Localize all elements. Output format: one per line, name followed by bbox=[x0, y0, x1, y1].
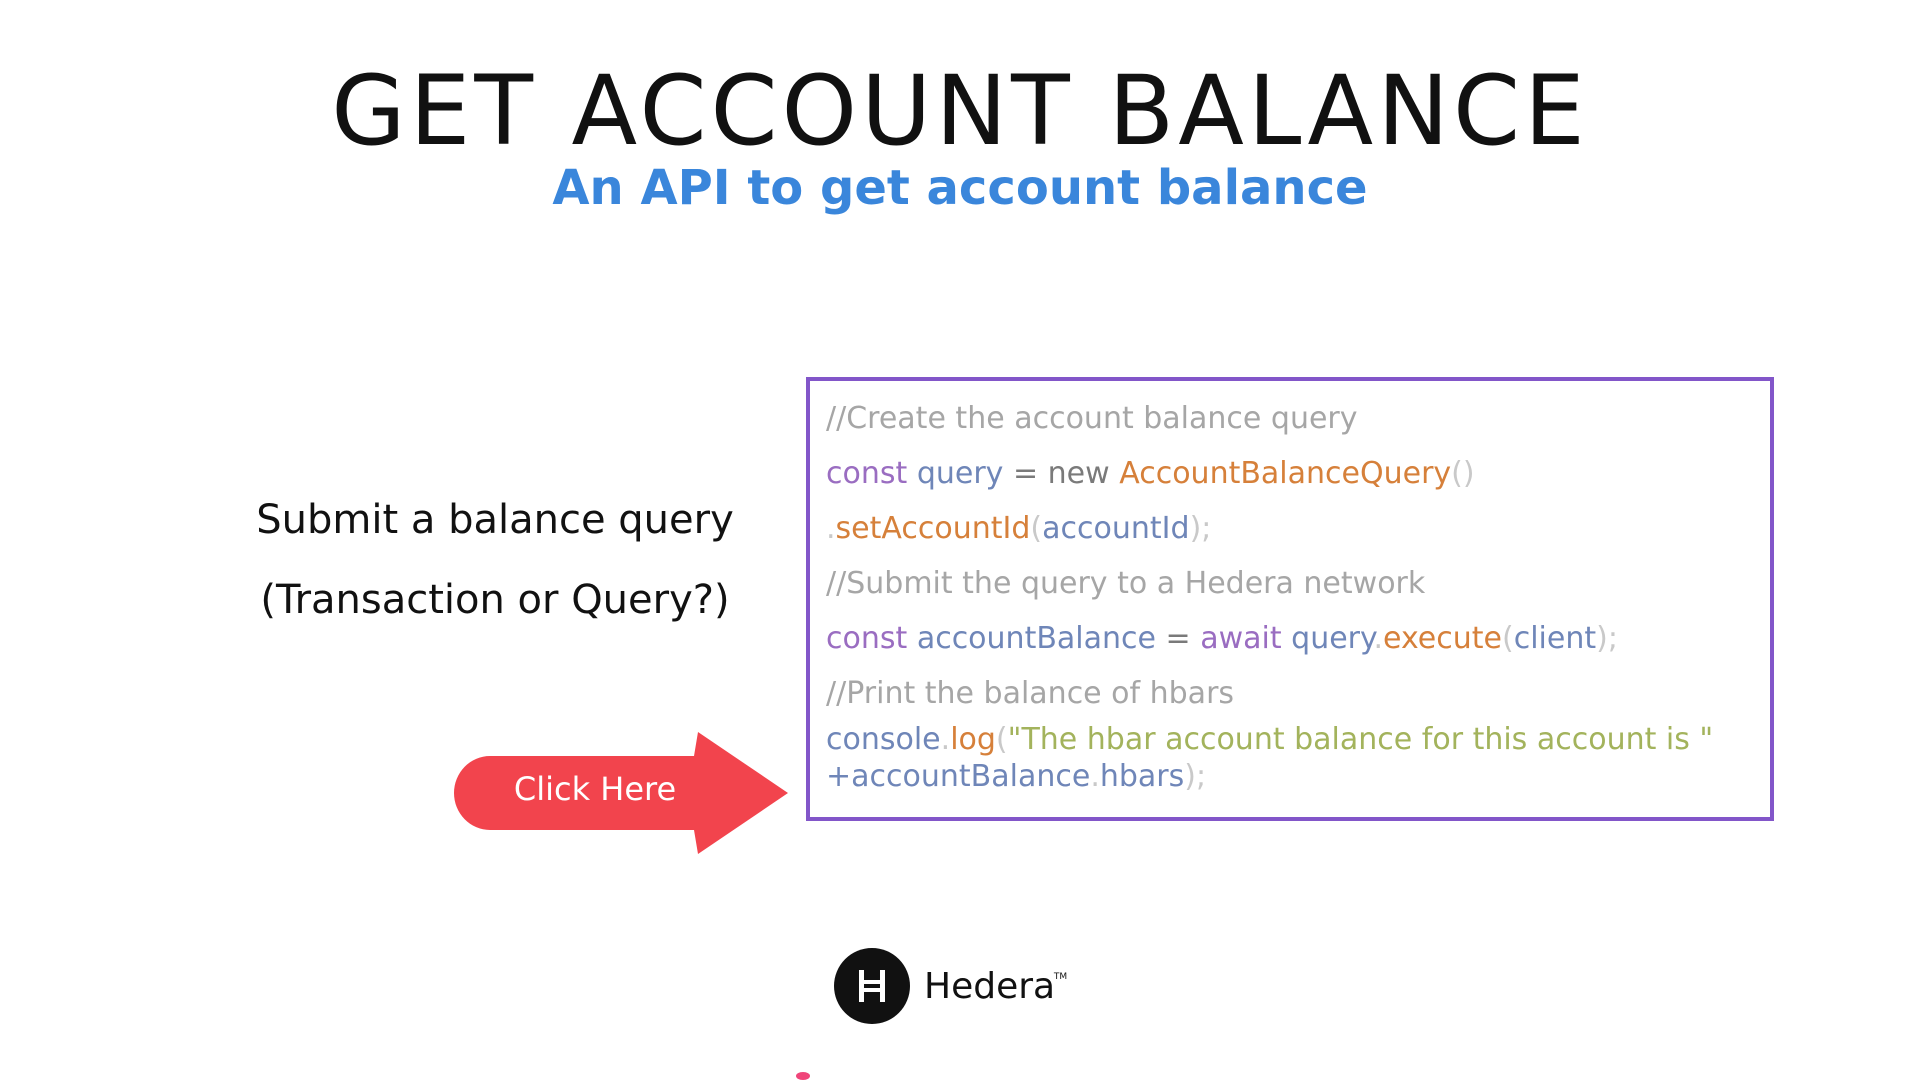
code-variable: accountBalance bbox=[916, 621, 1156, 656]
code-punctuation: . bbox=[1373, 621, 1384, 656]
code-comment: //Create the account balance query bbox=[826, 401, 1358, 436]
code-variable: query bbox=[916, 456, 1004, 491]
code-punctuation: ( bbox=[995, 722, 1008, 757]
code-method: log bbox=[950, 722, 996, 757]
code-line-2: const query = new AccountBalanceQuery() bbox=[826, 446, 1754, 501]
prompt-line-1: Submit a balance query bbox=[256, 497, 734, 543]
code-line-4: //Submit the query to a Hedera network bbox=[826, 556, 1754, 611]
hedera-logo: Hedera TM bbox=[834, 948, 1067, 1024]
code-method: setAccountId bbox=[835, 511, 1031, 546]
h-glyph-icon bbox=[859, 970, 885, 1002]
page-subtitle: An API to get account balance bbox=[552, 160, 1368, 216]
slide: GET ACCOUNT BALANCE An API to get accoun… bbox=[0, 0, 1920, 1080]
code-comment: //Print the balance of hbars bbox=[826, 676, 1235, 711]
code-punctuation: () bbox=[1451, 456, 1475, 491]
code-keyword: const bbox=[826, 621, 908, 656]
hedera-name: Hedera bbox=[924, 965, 1056, 1007]
code-operator: = bbox=[1165, 621, 1191, 656]
code-keyword: new bbox=[1047, 456, 1110, 491]
code-punctuation: . bbox=[1090, 759, 1100, 794]
code-method: execute bbox=[1383, 621, 1502, 656]
code-class: AccountBalanceQuery bbox=[1119, 456, 1452, 491]
code-line-3: .setAccountId(accountId); bbox=[826, 501, 1754, 556]
code-object: console bbox=[826, 722, 941, 757]
hedera-logo-icon bbox=[834, 948, 910, 1024]
code-keyword: const bbox=[826, 456, 908, 491]
code-line-1: //Create the account balance query bbox=[826, 391, 1754, 446]
code-property: hbars bbox=[1099, 759, 1185, 794]
click-here-label[interactable]: Click Here bbox=[480, 770, 710, 808]
code-string: "The hbar account balance for this accou… bbox=[1007, 722, 1714, 757]
prompt-text: Submit a balance query (Transaction or Q… bbox=[215, 490, 775, 650]
code-comment: //Submit the query to a Hedera network bbox=[826, 566, 1426, 601]
code-punctuation: . bbox=[826, 511, 836, 546]
code-variable: query bbox=[1291, 621, 1374, 656]
prompt-line-2: (Transaction or Query?) bbox=[260, 577, 730, 623]
code-snippet: //Create the account balance query const… bbox=[806, 377, 1774, 821]
code-line-5: const accountBalance = await query.execu… bbox=[826, 611, 1754, 666]
code-line-6: //Print the balance of hbars bbox=[826, 666, 1754, 721]
hedera-wordmark: Hedera TM bbox=[924, 965, 1067, 1007]
code-punctuation: ); bbox=[1596, 621, 1618, 656]
code-punctuation: ); bbox=[1189, 511, 1212, 546]
code-punctuation: ); bbox=[1184, 759, 1207, 794]
code-keyword: await bbox=[1200, 621, 1282, 656]
page-title: GET ACCOUNT BALANCE bbox=[331, 55, 1589, 167]
mouse-cursor-icon bbox=[796, 1072, 810, 1080]
code-line-7: console.log("The hbar account balance fo… bbox=[826, 721, 1754, 795]
code-punctuation: . bbox=[940, 722, 951, 757]
code-argument: client bbox=[1513, 621, 1597, 656]
code-variable: accountBalance bbox=[851, 759, 1091, 794]
code-punctuation: ( bbox=[1030, 511, 1043, 546]
code-operator: + bbox=[826, 759, 852, 794]
code-punctuation: ( bbox=[1502, 621, 1514, 656]
code-operator: = bbox=[1012, 456, 1039, 491]
code-argument: accountId bbox=[1042, 511, 1190, 546]
trademark-mark: TM bbox=[1053, 971, 1068, 982]
